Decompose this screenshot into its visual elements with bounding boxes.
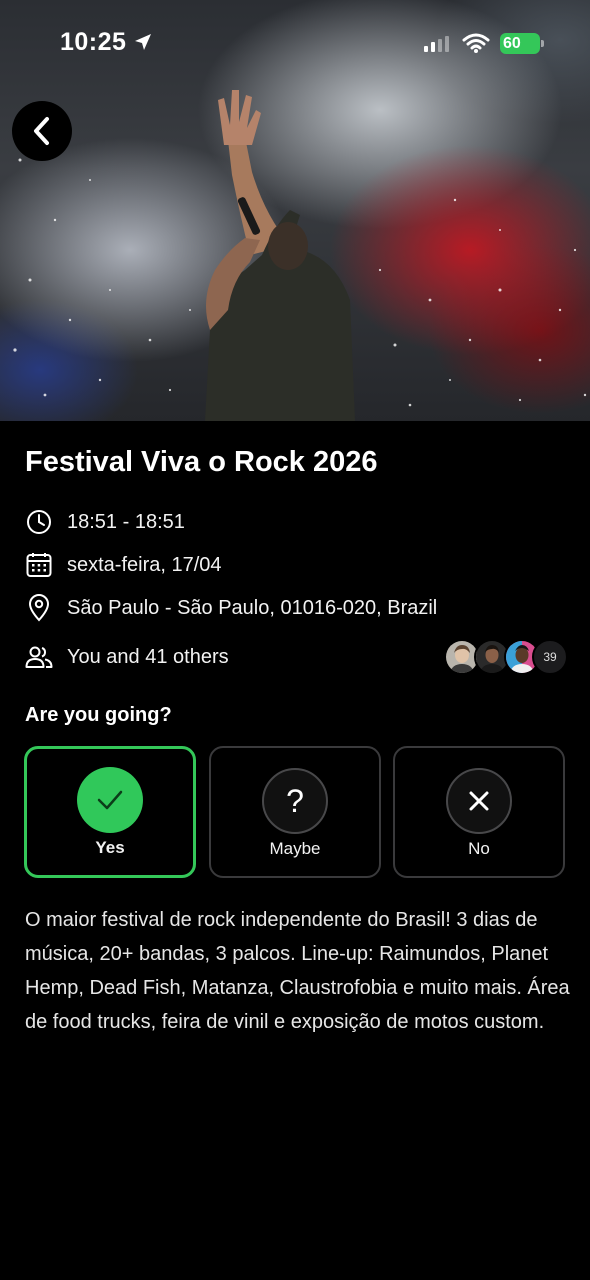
location-arrow-icon [135,34,151,50]
rsvp-maybe-label: Maybe [269,839,321,858]
event-title: Festival Viva o Rock 2026 [25,446,378,478]
rsvp-no-button[interactable]: No [393,746,565,878]
status-bar: 10:25 60 [0,0,590,90]
attendees-text: You and 41 others [67,645,229,668]
back-button[interactable] [12,101,72,161]
calendar-icon [25,551,53,579]
rsvp-yes-label: Yes [95,838,125,857]
event-location: São Paulo - São Paulo, 01016-020, Brazil [67,596,438,619]
users-icon [25,643,53,671]
chevron-left-icon [34,117,49,145]
extra-attendees-count: 39 [532,639,568,675]
check-icon [77,767,143,833]
status-time: 10:25 [60,28,127,56]
rsvp-no-label: No [468,839,490,858]
rsvp-maybe-button[interactable]: ? Maybe [209,746,381,878]
event-time-row: 18:51 - 18:51 [25,507,185,537]
signal-icon [424,36,449,52]
rsvp-yes-button[interactable]: Yes [24,746,196,878]
attendee-avatars[interactable]: 39 [444,639,574,675]
event-attendees-row[interactable]: You and 41 others [25,642,229,672]
battery-icon: 60 [500,33,544,54]
battery-level: 60 [503,35,521,52]
close-icon [446,768,512,834]
rsvp-question: Are you going? [25,704,172,726]
event-location-row[interactable]: São Paulo - São Paulo, 01016-020, Brazil [25,593,437,623]
event-date: sexta-feira, 17/04 [67,553,222,576]
clock-icon [25,508,53,536]
question-icon: ? [262,768,328,834]
event-date-row: sexta-feira, 17/04 [25,550,222,580]
event-description: O maior festival de rock independente do… [25,909,570,1033]
map-pin-icon [25,594,53,622]
event-time: 18:51 - 18:51 [67,510,185,533]
wifi-icon [462,33,490,53]
